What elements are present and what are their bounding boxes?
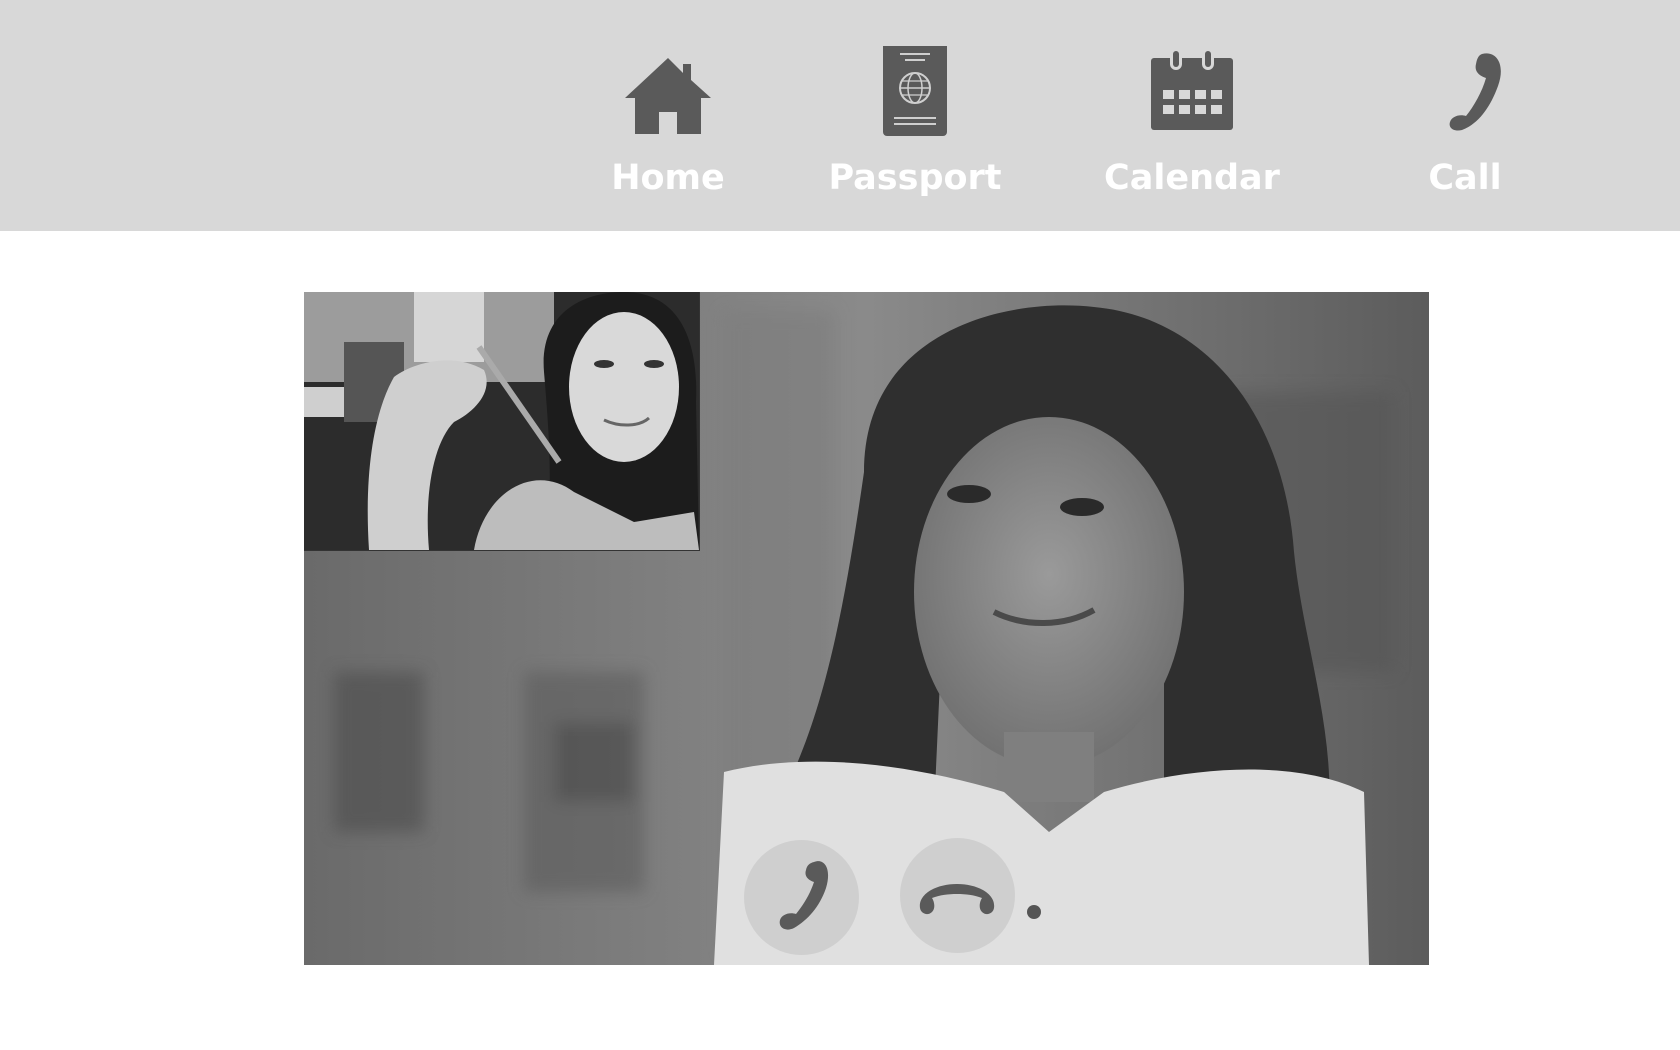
video-call-panel [304,292,1429,965]
answer-call-button[interactable] [744,840,859,955]
phone-icon [1449,53,1501,131]
nav-item-passport[interactable]: Passport [805,40,1025,210]
nav-label-home: Home [611,158,725,198]
nav-item-call[interactable]: Call [1355,40,1575,210]
nav-label-calendar: Calendar [1104,158,1280,198]
hang-up-call-button[interactable] [900,838,1015,953]
house-icon [625,58,711,134]
nav-label-call: Call [1428,158,1502,198]
self-view-video[interactable] [304,292,700,551]
nav-item-calendar[interactable]: Calendar [1082,40,1302,210]
nav-item-home[interactable]: Home [558,40,778,210]
calendar-icon [1151,48,1233,130]
phone-answer-icon [779,861,829,930]
passport-icon [883,46,947,136]
nav-label-passport: Passport [828,158,1002,198]
top-nav-bar: Home Passport Calendar Call [0,0,1680,231]
phone-hangup-icon [919,884,995,915]
